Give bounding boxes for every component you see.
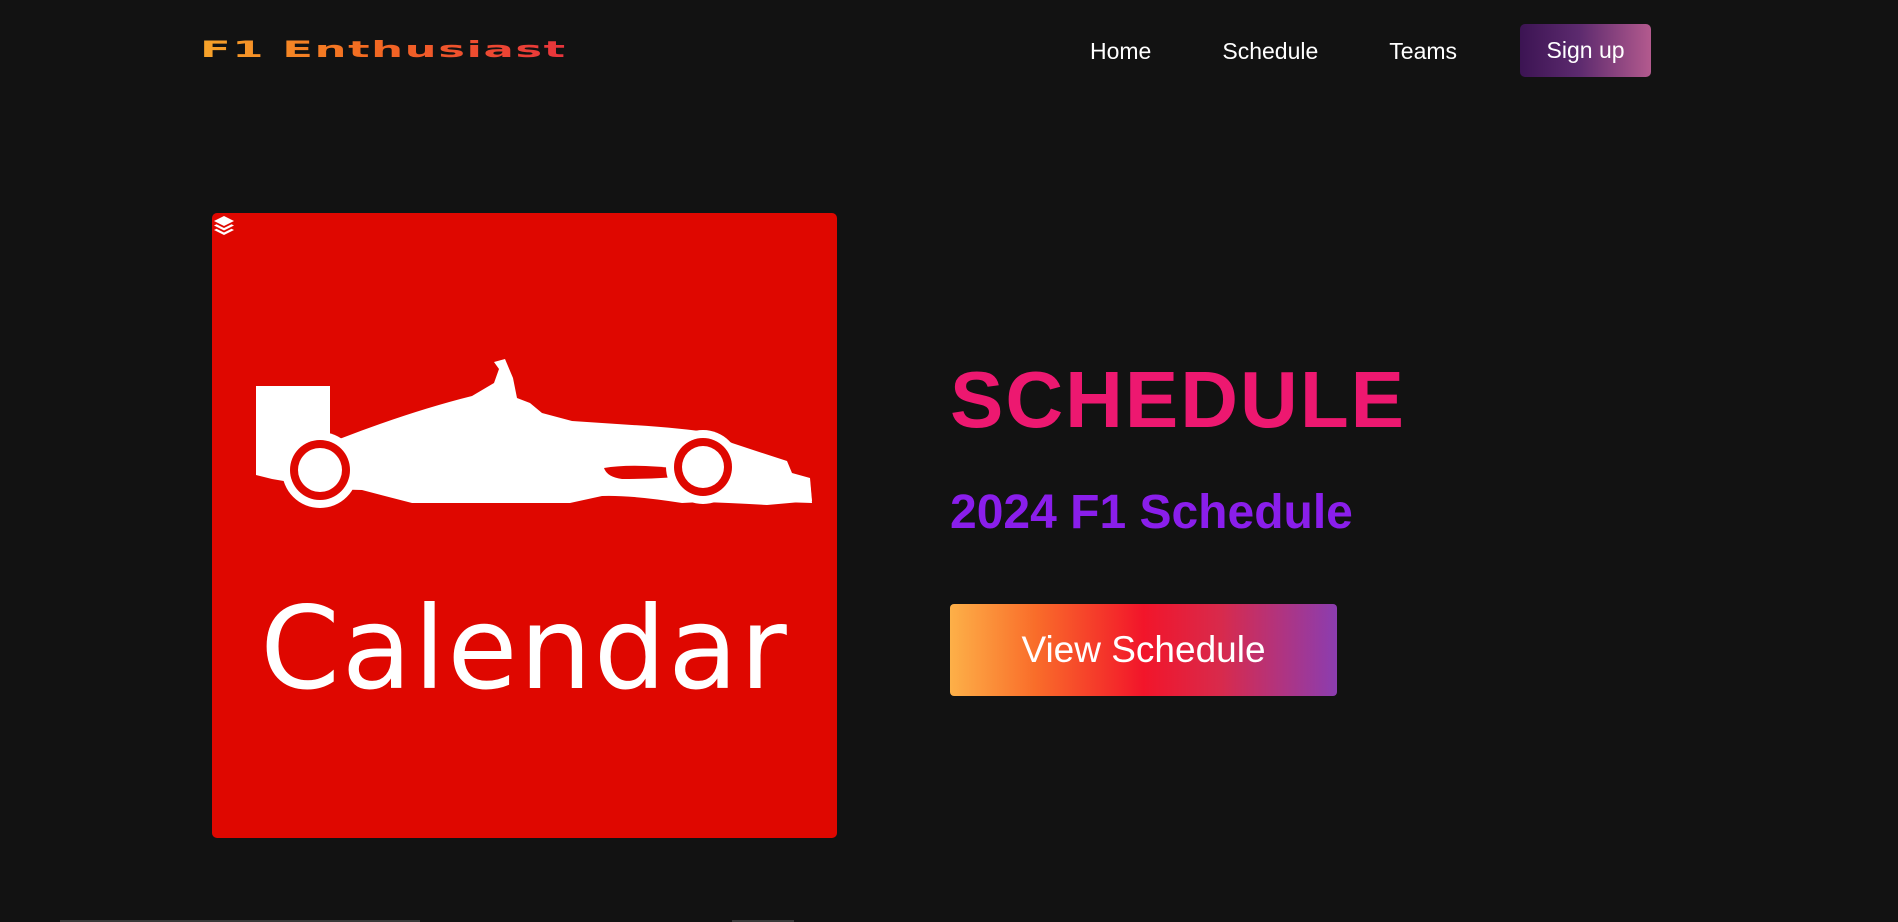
calendar-caption: Calendar bbox=[260, 582, 789, 715]
signup-button[interactable]: Sign up bbox=[1520, 24, 1652, 77]
nav-link-schedule[interactable]: Schedule bbox=[1222, 25, 1318, 77]
f1-car-icon bbox=[256, 359, 812, 508]
nav-link-teams[interactable]: Teams bbox=[1389, 25, 1457, 77]
hero-text: SCHEDULE 2024 F1 Schedule bbox=[950, 355, 1407, 539]
site-logo[interactable]: F1 Enthusiast bbox=[200, 35, 567, 63]
hero-subtitle: 2024 F1 Schedule bbox=[950, 486, 1353, 539]
nav-links: Home Schedule Teams Sign up bbox=[1090, 24, 1652, 77]
view-schedule-button[interactable]: View Schedule bbox=[950, 604, 1337, 696]
layers-icon bbox=[214, 216, 234, 235]
hero-title: SCHEDULE bbox=[950, 355, 1407, 444]
calendar-image: Calendar bbox=[212, 213, 837, 838]
navbar: F1 Enthusiast Home Schedule Teams Sign u… bbox=[0, 0, 1898, 100]
nav-link-home[interactable]: Home bbox=[1090, 25, 1151, 77]
